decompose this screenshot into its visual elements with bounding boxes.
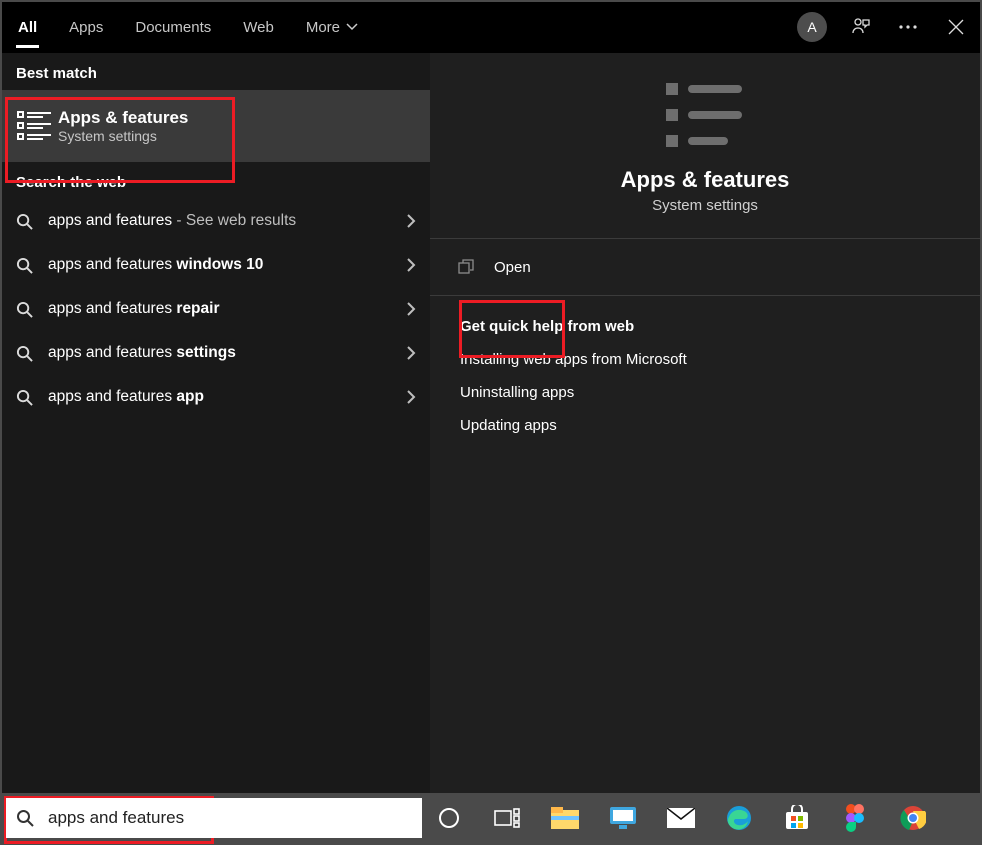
best-match-title: Apps & features (58, 108, 188, 128)
apps-features-icon (10, 111, 58, 141)
help-header: Get quick help from web (460, 318, 950, 335)
filter-tabs: All Apps Documents Web More A (2, 2, 980, 53)
search-input[interactable] (46, 807, 422, 829)
explorer-icon[interactable] (548, 801, 582, 835)
tab-web[interactable]: Web (227, 2, 290, 52)
best-match-subtitle: System settings (58, 128, 188, 144)
web-result[interactable]: apps and features windows 10 (2, 243, 430, 287)
task-view-icon[interactable] (490, 801, 524, 835)
monitor-icon[interactable] (606, 801, 640, 835)
tab-apps[interactable]: Apps (53, 2, 119, 52)
open-icon (458, 259, 478, 275)
mail-icon[interactable] (664, 801, 698, 835)
open-button[interactable]: Open (430, 239, 980, 296)
help-link[interactable]: Installing web apps from Microsoft (460, 351, 950, 368)
search-icon (16, 345, 38, 362)
web-results-header: Search the web (2, 162, 430, 199)
preview-pane: Apps & features System settings Open Get… (430, 53, 980, 793)
web-result-label: apps and features - See web results (48, 212, 407, 230)
apps-features-icon (666, 81, 744, 151)
tab-label: All (18, 19, 37, 36)
best-match-result[interactable]: Apps & features System settings (2, 90, 430, 162)
search-icon (16, 257, 38, 274)
web-result[interactable]: apps and features - See web results (2, 199, 430, 243)
more-options-icon[interactable] (884, 2, 932, 52)
web-result-label: apps and features app (48, 388, 407, 406)
figma-icon[interactable] (838, 801, 872, 835)
tab-label: Documents (135, 19, 211, 36)
edge-icon[interactable] (722, 801, 756, 835)
chrome-icon[interactable] (896, 801, 930, 835)
cortana-icon[interactable] (432, 801, 466, 835)
web-result-label: apps and features windows 10 (48, 256, 407, 274)
web-result[interactable]: apps and features repair (2, 287, 430, 331)
account-avatar[interactable]: A (788, 2, 836, 52)
results-pane: Best match Apps & features System settin… (2, 53, 430, 793)
preview-subtitle: System settings (652, 197, 758, 214)
close-icon[interactable] (932, 2, 980, 52)
help-link[interactable]: Uninstalling apps (460, 384, 950, 401)
search-icon (16, 809, 36, 827)
search-box[interactable] (6, 798, 422, 838)
chevron-right-icon (407, 258, 416, 272)
best-match-header: Best match (2, 53, 430, 90)
search-icon (16, 389, 38, 406)
chevron-right-icon (407, 346, 416, 360)
chevron-right-icon (407, 390, 416, 404)
tab-label: Web (243, 19, 274, 36)
web-result-label: apps and features repair (48, 300, 407, 318)
feedback-icon[interactable] (836, 2, 884, 52)
tab-label: More (306, 19, 340, 36)
tab-more[interactable]: More (290, 2, 374, 52)
search-icon (16, 213, 38, 230)
preview-title: Apps & features (621, 167, 790, 193)
tab-label: Apps (69, 19, 103, 36)
tab-documents[interactable]: Documents (119, 2, 227, 52)
web-result[interactable]: apps and features settings (2, 331, 430, 375)
avatar-letter: A (807, 19, 816, 35)
help-link[interactable]: Updating apps (460, 417, 950, 434)
search-icon (16, 301, 38, 318)
web-result[interactable]: apps and features app (2, 375, 430, 419)
web-result-label: apps and features settings (48, 344, 407, 362)
chevron-right-icon (407, 302, 416, 316)
open-label: Open (494, 259, 531, 276)
chevron-down-icon (346, 23, 358, 31)
chevron-right-icon (407, 214, 416, 228)
tab-all[interactable]: All (2, 2, 53, 52)
taskbar (432, 796, 930, 840)
store-icon[interactable] (780, 801, 814, 835)
